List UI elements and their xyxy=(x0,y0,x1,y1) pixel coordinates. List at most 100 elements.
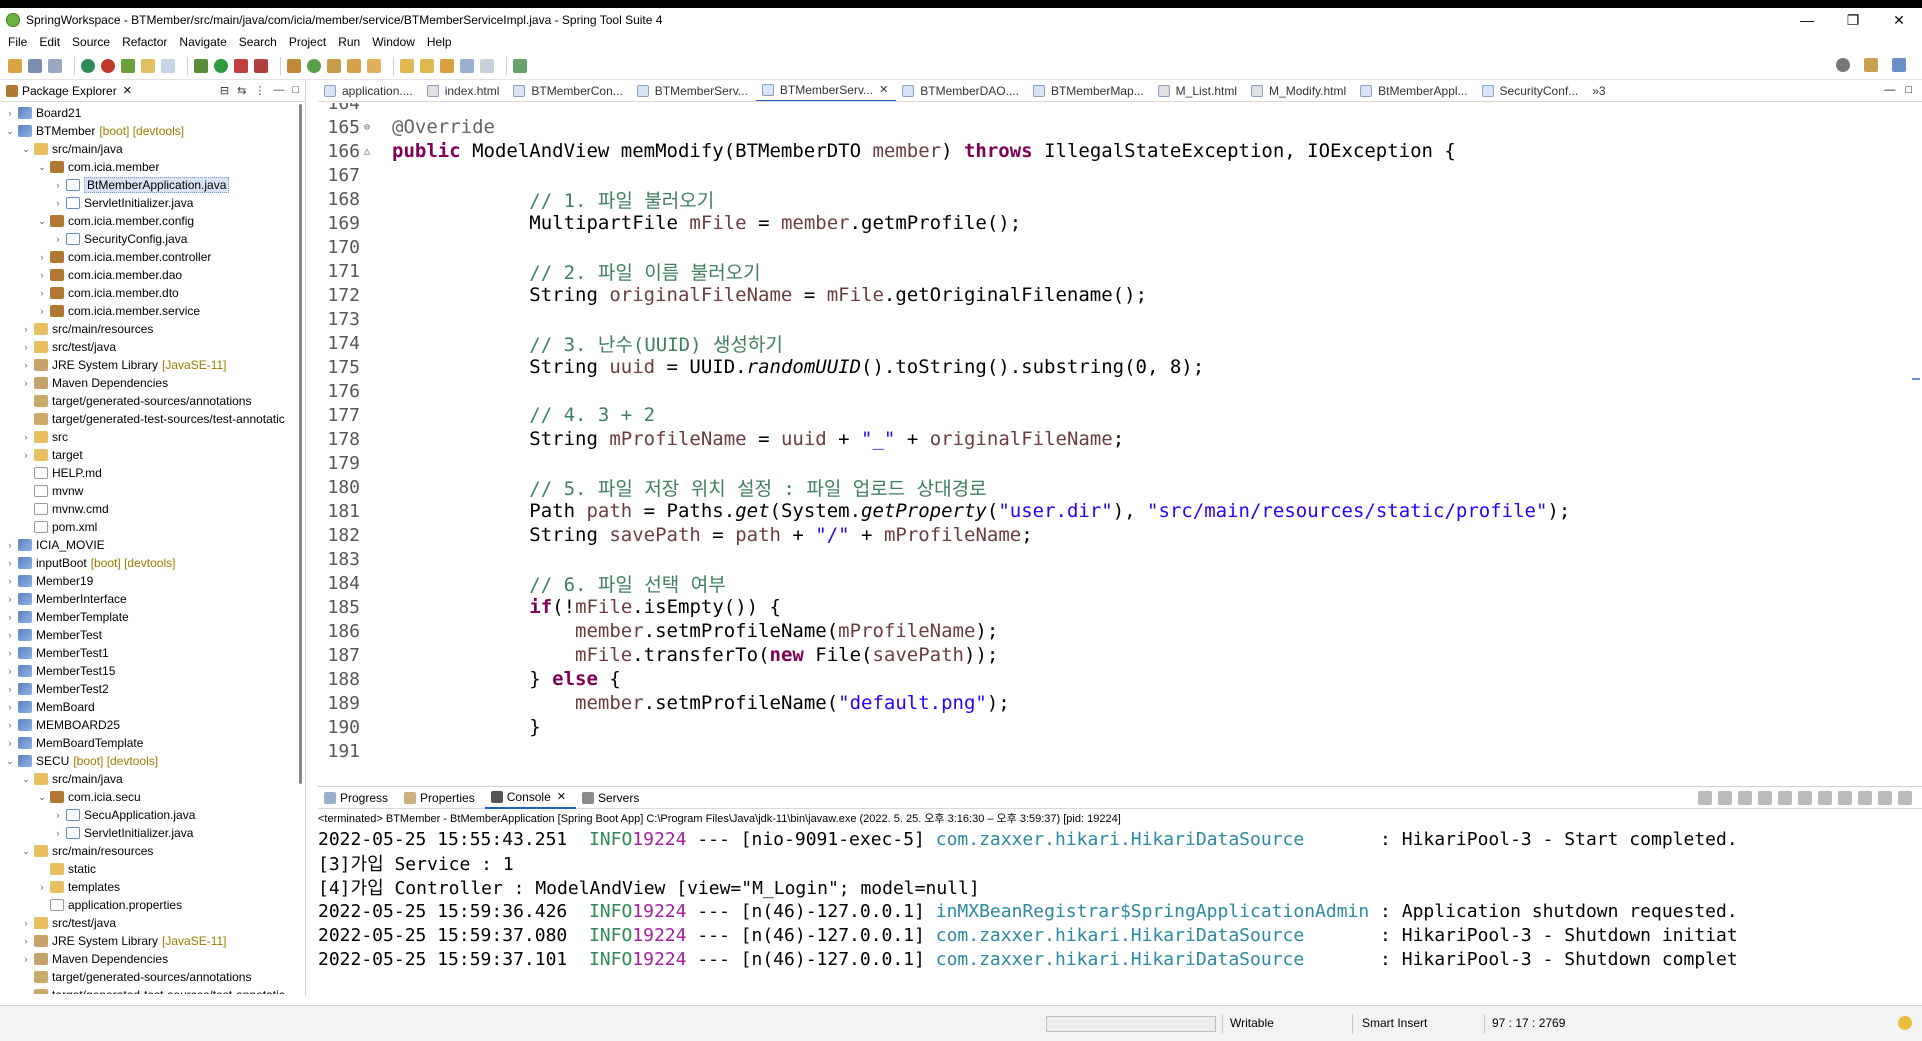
collapsed-chevron-icon[interactable]: › xyxy=(20,450,32,460)
tree-item[interactable]: ⌄ BTMember [boot] [devtools] xyxy=(0,122,298,140)
collapsed-chevron-icon[interactable]: › xyxy=(52,180,64,190)
tree-item[interactable]: › MemberTest15 xyxy=(0,662,298,680)
debug-icon[interactable] xyxy=(121,58,135,73)
link-with-editor-icon[interactable]: ⇆ xyxy=(237,84,246,97)
editor-tab[interactable]: index.html xyxy=(421,80,508,101)
tree-item[interactable]: › src/test/java xyxy=(0,338,298,356)
code-line[interactable]: 165 ⊖ @Override xyxy=(318,115,1898,139)
tree-item[interactable]: ⌄ src/main/java xyxy=(0,140,298,158)
overview-ruler[interactable] xyxy=(1910,103,1922,763)
tree-item[interactable]: › MemberTest1 xyxy=(0,644,298,662)
expanded-chevron-icon[interactable]: ⌄ xyxy=(20,774,32,785)
collapsed-chevron-icon[interactable]: › xyxy=(52,198,64,208)
collapsed-chevron-icon[interactable]: › xyxy=(4,108,16,118)
collapsed-chevron-icon[interactable]: › xyxy=(4,540,16,550)
stop-icon[interactable] xyxy=(81,58,95,73)
expanded-chevron-icon[interactable]: ⌄ xyxy=(36,162,48,173)
ruler-mark[interactable] xyxy=(1912,378,1920,380)
tab-console[interactable]: Console ✕ xyxy=(484,787,576,809)
tree-item[interactable]: mvnw.cmd xyxy=(0,500,298,518)
menu-refactor[interactable]: Refactor xyxy=(122,35,167,49)
editor-tab[interactable]: BTMemberCon... xyxy=(507,80,630,101)
tree-item[interactable]: › SecuApplication.java xyxy=(0,806,298,824)
tree-item[interactable]: › target xyxy=(0,446,298,464)
run-icon[interactable] xyxy=(214,58,228,73)
tree-item[interactable]: › com.icia.member.dao xyxy=(0,266,298,284)
word-wrap-icon[interactable] xyxy=(1798,791,1812,805)
collapsed-chevron-icon[interactable]: › xyxy=(4,594,16,604)
collapsed-chevron-icon[interactable]: › xyxy=(52,234,64,244)
explorer-scrollbar[interactable] xyxy=(297,104,305,994)
menu-search[interactable]: Search xyxy=(239,35,277,49)
quick-access-search-icon[interactable] xyxy=(1836,58,1850,72)
menu-source[interactable]: Source xyxy=(72,35,110,49)
debug-run-icon[interactable] xyxy=(194,58,208,73)
expanded-chevron-icon[interactable]: ⌄ xyxy=(20,846,32,857)
pin-editor-icon[interactable] xyxy=(513,58,527,73)
tab-properties[interactable]: Properties xyxy=(398,787,485,809)
code-line[interactable]: 170 xyxy=(318,235,1898,259)
code-line[interactable]: 191 xyxy=(318,739,1898,763)
close-view-icon[interactable]: ✕ xyxy=(123,84,132,97)
close-tab-icon[interactable]: ✕ xyxy=(879,83,888,96)
show-console-icon[interactable] xyxy=(1818,791,1832,805)
editor-tab[interactable]: application.... xyxy=(318,80,421,101)
code-line[interactable]: 172 String originalFileName = mFile.getO… xyxy=(318,283,1898,307)
expanded-chevron-icon[interactable]: ⌄ xyxy=(4,126,16,137)
tree-item[interactable]: › MemberInterface xyxy=(0,590,298,608)
code-line[interactable]: 188 } else { xyxy=(318,667,1898,691)
code-line[interactable]: 177 // 4. 3 + 2 xyxy=(318,403,1898,427)
external-tools-icon[interactable] xyxy=(254,58,268,73)
code-line[interactable]: 185 if(!mFile.isEmpty()) { xyxy=(318,595,1898,619)
editor-tab[interactable]: BtMemberAppl... xyxy=(1354,80,1475,101)
tree-item[interactable]: › MEMBOARD25 xyxy=(0,716,298,734)
close-console-icon[interactable]: ✕ xyxy=(557,790,566,803)
collapsed-chevron-icon[interactable]: › xyxy=(20,360,32,370)
code-line[interactable]: 175 String uuid = UUID.randomUUID().toSt… xyxy=(318,355,1898,379)
scroll-lock-icon[interactable] xyxy=(1778,791,1792,805)
scroll-thumb[interactable] xyxy=(299,104,302,784)
tree-item[interactable]: application.properties xyxy=(0,896,298,914)
collapsed-chevron-icon[interactable]: › xyxy=(52,828,64,838)
editor-tab[interactable]: BTMemberServ... ✕ xyxy=(755,80,897,101)
tree-item[interactable]: › Maven Dependencies xyxy=(0,374,298,392)
tree-item[interactable]: › com.icia.member.dto xyxy=(0,284,298,302)
code-line[interactable]: 186 member.setmProfileName(mProfileName)… xyxy=(318,619,1898,643)
previous-annotation-icon[interactable] xyxy=(420,58,434,73)
forward-icon[interactable] xyxy=(480,58,494,73)
search-icon[interactable] xyxy=(367,58,381,73)
new-icon[interactable] xyxy=(8,58,22,73)
tree-item[interactable]: target/generated-test-sources/test-annot… xyxy=(0,410,298,428)
collapsed-chevron-icon[interactable]: › xyxy=(36,270,48,280)
tree-item[interactable]: › ServletInitializer.java xyxy=(0,824,298,842)
maximize-view-icon[interactable]: □ xyxy=(292,84,299,97)
pin-console-icon[interactable] xyxy=(1838,791,1852,805)
fold-icon[interactable]: ⊖ xyxy=(364,122,374,133)
tree-item[interactable]: › MemBoard xyxy=(0,698,298,716)
code-line[interactable]: 190 } xyxy=(318,715,1898,739)
editor-tab[interactable]: M_List.html xyxy=(1152,80,1245,101)
open-console-icon[interactable] xyxy=(1878,791,1892,805)
tree-item[interactable]: › src/main/resources xyxy=(0,320,298,338)
code-line[interactable]: 169 MultipartFile mFile = member.getmPro… xyxy=(318,211,1898,235)
editor-tab[interactable]: BTMemberServ... xyxy=(631,80,756,101)
last-edit-location-icon[interactable] xyxy=(440,58,454,73)
tree-item[interactable]: › com.icia.member.controller xyxy=(0,248,298,266)
tree-item[interactable]: › JRE System Library [JavaSE-11] xyxy=(0,356,298,374)
tree-item[interactable]: ⌄ com.icia.member xyxy=(0,158,298,176)
coverage-icon[interactable] xyxy=(234,58,248,73)
tab-progress[interactable]: Progress xyxy=(318,787,398,809)
new-package-icon[interactable] xyxy=(307,58,321,73)
tree-item[interactable]: › Maven Dependencies xyxy=(0,950,298,968)
collapsed-chevron-icon[interactable]: › xyxy=(4,612,16,622)
expanded-chevron-icon[interactable]: ⌄ xyxy=(20,144,32,155)
tree-item[interactable]: ⌄ com.icia.member.config xyxy=(0,212,298,230)
collapsed-chevron-icon[interactable]: › xyxy=(4,702,16,712)
editor-tab[interactable]: M_Modify.html xyxy=(1245,80,1354,101)
tab-servers[interactable]: Servers xyxy=(576,787,649,809)
new-java-project-icon[interactable] xyxy=(287,58,301,73)
remove-all-launches-icon[interactable] xyxy=(1738,791,1752,805)
code-line[interactable]: 174 // 3. 난수(UUID) 생성하기 xyxy=(318,331,1898,356)
menu-project[interactable]: Project xyxy=(289,35,326,49)
override-marker-icon[interactable]: △ xyxy=(364,146,374,157)
